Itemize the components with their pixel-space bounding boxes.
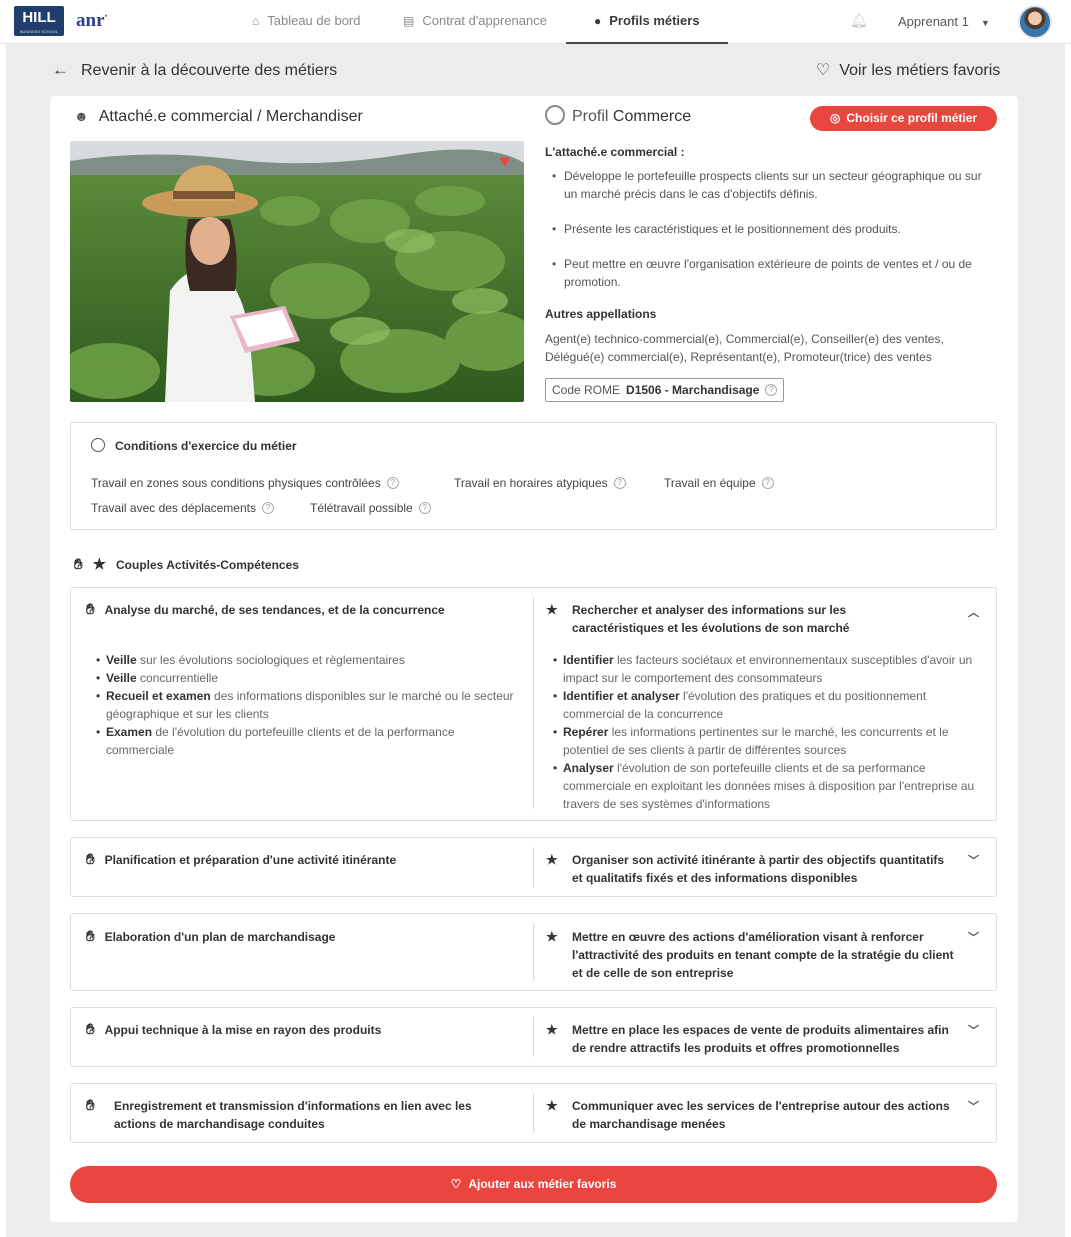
help-icon[interactable]: ? — [765, 383, 778, 396]
star-icon: ★ — [546, 1022, 558, 1037]
back-link[interactable]: ← Revenir à la découverte des métiers — [52, 60, 337, 80]
target-icon: ◎ — [829, 111, 841, 125]
competence-title: ★ Rechercher et analyser des informations… — [546, 602, 850, 635]
help-icon[interactable]: ? — [613, 476, 626, 489]
hand-icon: ✋︎ — [86, 851, 95, 868]
hand-icon: ✋︎ — [86, 601, 95, 618]
column-divider — [533, 1017, 534, 1057]
help-icon[interactable]: ? — [386, 476, 399, 489]
field-photo-illustration — [70, 141, 524, 402]
activity-title: ✋︎ Elaboration d'un plan de marchandisage — [86, 928, 336, 945]
competence-details-list: Identifier les facteurs sociétaux et env… — [553, 651, 985, 813]
other-titles-heading: Autres appellations — [545, 307, 657, 321]
avatar[interactable] — [1018, 5, 1052, 39]
chevron-down-icon[interactable]: ﹀ — [968, 929, 979, 945]
help-icon[interactable]: ? — [261, 501, 274, 514]
star-icon: ★ — [546, 602, 558, 617]
competence-title: ★ Mettre en œuvre des actions d'améliorat… — [546, 929, 954, 980]
job-title: ☻ Attaché.e commercial / Merchandiser — [74, 108, 363, 125]
other-titles-text: Agent(e) technico-commercial(e), Commerc… — [545, 332, 944, 364]
chevron-down-icon: ▼ — [980, 18, 990, 28]
speech-bubble-icon — [91, 437, 105, 452]
list-item: Recueil et examen des informations dispo… — [96, 687, 516, 723]
people-icon: ☻ — [74, 108, 89, 124]
activity-title: ✋︎ Planification et préparation d'une act… — [86, 851, 397, 868]
column-divider — [533, 597, 534, 809]
condition-item: Travail en équipe? — [664, 476, 774, 490]
list-item: Identifier les facteurs sociétaux et env… — [553, 651, 985, 687]
add-to-favorites-button[interactable]: ♡ Ajouter aux métier favoris — [70, 1166, 997, 1203]
star-icon: ★ — [546, 1098, 558, 1113]
chevron-down-icon[interactable]: ﹀ — [968, 1022, 979, 1038]
condition-item: Travail en zones sous conditions physiqu… — [91, 476, 399, 490]
help-icon[interactable]: ? — [418, 501, 431, 514]
column-divider — [533, 923, 534, 981]
activity-details-list: Veille sur les évolutions sociologiques … — [96, 651, 516, 759]
activity-title: ✋︎ Enregistrement et transmission d'infor… — [86, 1097, 472, 1131]
activity-title: ✋︎ Analyse du marché, de ses tendances, e… — [86, 601, 445, 618]
list-item: Identifier et analyser l'évolution des p… — [553, 687, 985, 723]
profile-icon: ● — [594, 14, 602, 28]
arrow-left-icon: ← — [52, 60, 69, 79]
document-icon: ▤ — [403, 14, 415, 28]
list-item: Présente les caractéristiques et le posi… — [552, 220, 997, 238]
list-item: Repérer les informations pertinentes sur… — [553, 723, 985, 759]
column-divider — [533, 847, 534, 887]
list-item: Peut mettre en œuvre l'organisation exté… — [552, 255, 997, 291]
tab-contrat-apprenance[interactable]: ▤ Contrat d'apprenance — [403, 0, 547, 44]
activity-title: ✋︎ Appui technique à la mise en rayon des… — [86, 1021, 382, 1038]
user-menu[interactable]: Apprenant 1 ▼ — [898, 14, 990, 29]
description-heading: L'attaché.e commercial : — [545, 145, 685, 159]
hand-icon: ✋︎ — [74, 556, 83, 573]
description-list: Développe le portefeuille prospects clie… — [552, 167, 997, 308]
list-item: Examen de l'évolution du portefeuille cl… — [96, 723, 516, 759]
star-icon: ★ — [546, 929, 558, 944]
star-icon: ★ — [92, 556, 107, 573]
list-item: Veille sur les évolutions sociologiques … — [96, 651, 516, 669]
anr-logo[interactable]: anr• — [76, 10, 107, 32]
favorites-link[interactable]: ♡ Voir les métiers favoris — [816, 60, 1000, 80]
list-item: Analyser l'évolution de son portefeuille… — [553, 759, 985, 813]
conditions-title: Conditions d'exercice du métier — [91, 437, 297, 454]
hand-icon: ✋︎ — [86, 1097, 95, 1114]
condition-item: Télétravail possible? — [310, 501, 431, 515]
bell-icon[interactable]: 🔔︎ — [850, 12, 868, 28]
chevron-up-icon[interactable]: ︿ — [968, 604, 979, 620]
heart-outline-icon: ♡ — [450, 1177, 462, 1191]
hill-logo[interactable]: HILL BUSINESS SCHOOL — [14, 6, 64, 36]
hand-icon: ✋︎ — [86, 928, 95, 945]
home-icon: ⌂ — [252, 14, 260, 28]
chevron-down-icon[interactable]: ﹀ — [968, 852, 979, 868]
star-icon: ★ — [546, 852, 558, 867]
column-divider — [533, 1093, 534, 1133]
choose-profile-button[interactable]: ◎ Choisir ce profil métier — [810, 106, 997, 131]
chevron-down-icon[interactable]: ﹀ — [968, 1098, 979, 1114]
heart-icon[interactable]: ♥ — [499, 151, 510, 172]
competence-title: ★ Communiquer avec les services de l'entr… — [546, 1098, 950, 1131]
competence-title: ★ Mettre en place les espaces de vente de… — [546, 1022, 949, 1055]
couples-title: ✋︎ ★ Couples Activités-Compétences — [74, 556, 299, 573]
profile-heading: Profil Commerce — [545, 105, 691, 127]
rome-code-badge: Code ROME D1506 - Marchandisage? — [545, 378, 785, 402]
list-item: Développe le portefeuille prospects clie… — [552, 167, 997, 203]
tab-profils-metiers[interactable]: ● Profils métiers — [566, 0, 728, 45]
heart-outline-icon: ♡ — [816, 62, 831, 79]
target-icon — [545, 105, 565, 125]
competence-title: ★ Organiser son activité itinérante à par… — [546, 852, 945, 885]
tab-tableau-de-bord[interactable]: ⌂ Tableau de bord — [252, 0, 361, 44]
job-photo: ♥ — [70, 141, 524, 402]
condition-item: Travail en horaires atypiques? — [454, 476, 626, 490]
top-navigation: HILL BUSINESS SCHOOL anr• ⌂ Tableau de bor… — [0, 0, 1071, 45]
hand-icon: ✋︎ — [86, 1021, 95, 1038]
condition-item: Travail avec des déplacements? — [91, 501, 274, 515]
help-icon[interactable]: ? — [761, 476, 774, 489]
list-item: Veille concurrentielle — [96, 669, 516, 687]
